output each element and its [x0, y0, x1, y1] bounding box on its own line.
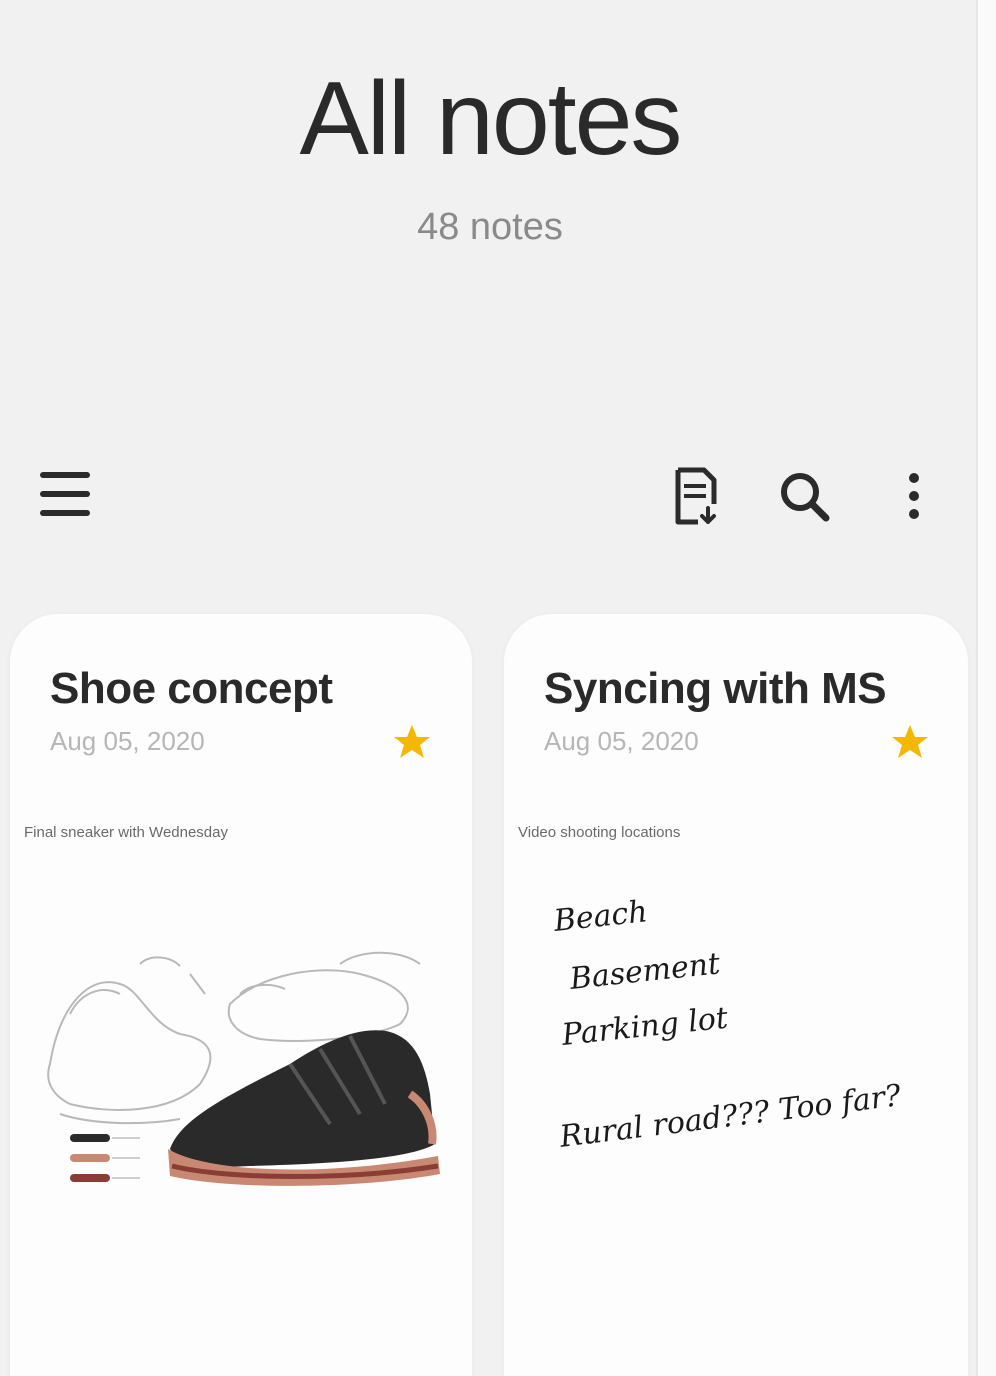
note-date: Aug 05, 2020 [50, 726, 205, 756]
note-date: Aug 05, 2020 [544, 726, 699, 756]
handwriting-line: Basement [568, 946, 722, 997]
pdf-import-icon[interactable] [664, 464, 728, 528]
handwriting-line: Parking lot [560, 1000, 730, 1053]
note-card-syncing-with-ms[interactable]: Syncing with MS Aug 05, 2020 Video shoot… [504, 614, 968, 1376]
note-count: 48 notes [417, 206, 563, 248]
note-preview: Video shooting locations [518, 824, 681, 841]
note-title: Syncing with MS [544, 664, 887, 713]
note-card-shoe-concept[interactable]: Shoe concept Aug 05, 2020 Final sneaker … [10, 614, 472, 1376]
sneaker-sketch-image [30, 944, 450, 1204]
star-icon[interactable] [890, 722, 930, 762]
note-preview: Final sneaker with Wednesday [24, 824, 228, 841]
handwriting-line: Beach [552, 894, 650, 939]
star-icon[interactable] [392, 722, 432, 762]
handwriting-line: Rural road??? Too far? [557, 1078, 903, 1155]
more-options-icon[interactable] [882, 464, 946, 528]
search-icon[interactable] [772, 464, 836, 528]
toolbar [0, 450, 980, 550]
handwritten-note: Beach Basement Parking lot Rural road???… [544, 884, 964, 1164]
page-title: All notes [299, 61, 683, 177]
hamburger-menu-icon[interactable] [40, 470, 94, 520]
app-header: All notes 48 notes [0, 0, 980, 420]
note-title: Shoe concept [50, 664, 333, 713]
